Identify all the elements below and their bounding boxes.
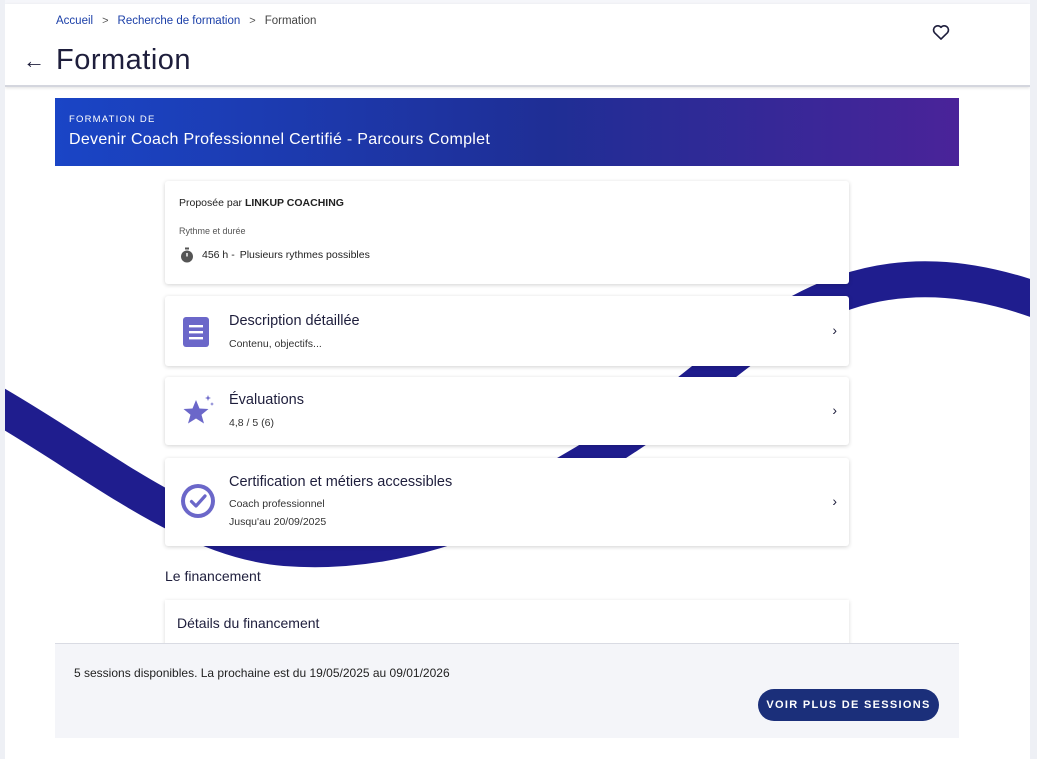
heart-outline-icon[interactable] (931, 22, 951, 42)
stopwatch-icon (181, 247, 193, 263)
breadcrumb-search[interactable]: Recherche de formation (118, 15, 241, 27)
certification-title: Certification et métiers accessibles (229, 474, 453, 490)
provider-name: LINKUP COACHING (244, 197, 344, 209)
breadcrumb-separator: > (249, 15, 256, 27)
star-icon (183, 395, 214, 424)
financing-heading: Le financement (165, 568, 261, 584)
provider-prefix: Proposée par (179, 197, 243, 209)
duration-line: 456 h - Plusieurs rythmes possibles (179, 247, 835, 263)
breadcrumb: Accueil > Recherche de formation > Forma… (56, 15, 316, 27)
certification-card[interactable]: Certification et métiers accessibles Coa… (165, 458, 849, 546)
evaluations-title: Évaluations (229, 392, 304, 408)
certification-validity: Jusqu'au 20/09/2025 (229, 516, 327, 528)
description-title: Description détaillée (229, 313, 360, 329)
page-title: Formation (56, 44, 192, 76)
certification-job: Coach professionnel (229, 498, 325, 510)
header: Accueil > Recherche de formation > Forma… (5, 4, 1030, 87)
training-info-card: Proposée par LINKUP COACHING Rythme et d… (165, 181, 849, 284)
description-card[interactable]: Description détaillée Contenu, objectifs… (165, 296, 849, 366)
certified-badge-icon (181, 484, 215, 518)
back-arrow-icon[interactable]: ← (23, 48, 45, 74)
chevron-right-icon: › (832, 322, 837, 338)
page: Accueil > Recherche de formation > Forma… (5, 0, 1030, 759)
breadcrumb-home[interactable]: Accueil (56, 15, 93, 27)
more-sessions-button[interactable]: VOIR PLUS DE SESSIONS (758, 689, 939, 721)
sessions-bar: 5 sessions disponibles. La prochaine est… (55, 643, 959, 738)
sessions-summary: 5 sessions disponibles. La prochaine est… (74, 666, 450, 680)
rhythm-label: Rythme et durée (179, 226, 246, 236)
provider-line: Proposée par LINKUP COACHING (179, 197, 835, 209)
chevron-right-icon: › (832, 402, 837, 418)
financing-details-title: Détails du financement (177, 615, 320, 631)
duration-hours: 456 h - (202, 249, 235, 261)
breadcrumb-current: Formation (264, 15, 317, 27)
chevron-right-icon: › (832, 493, 837, 509)
breadcrumb-separator: > (102, 15, 109, 27)
description-subtitle: Contenu, objectifs... (229, 338, 322, 350)
evaluations-card[interactable]: Évaluations 4,8 / 5 (6) › (165, 377, 849, 445)
evaluations-rating: 4,8 / 5 (6) (229, 417, 274, 429)
duration-rhythm: Plusieurs rythmes possibles (239, 249, 370, 261)
document-icon (183, 317, 209, 347)
